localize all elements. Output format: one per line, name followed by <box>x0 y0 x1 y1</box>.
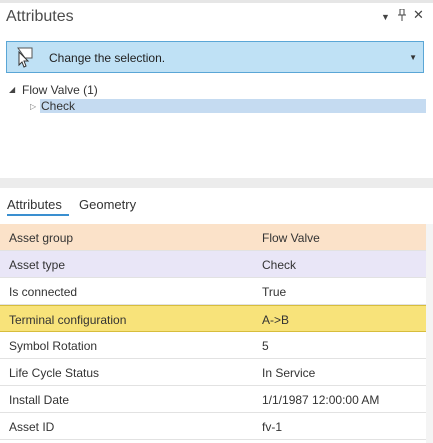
change-selection-dropdown[interactable]: Change the selection. ▼ <box>6 41 424 73</box>
attribute-name: Terminal configuration <box>9 313 127 327</box>
table-row[interactable]: Asset type Check <box>0 251 426 278</box>
attribute-value[interactable]: fv-1 <box>262 420 282 434</box>
attribute-value[interactable]: In Service <box>262 366 315 380</box>
table-row[interactable]: Asset ID fv-1 <box>0 413 426 440</box>
tab-geometry[interactable]: Geometry <box>79 197 136 212</box>
tree-node-label: Check <box>40 99 426 113</box>
pane-title: Attributes <box>6 8 74 25</box>
attribute-value[interactable]: 1/1/1987 12:00:00 AM <box>262 393 379 407</box>
pane-header: Attributes ▼ ✕ <box>0 3 433 33</box>
attribute-value[interactable]: Check <box>262 258 296 272</box>
expand-triangle-icon[interactable]: ◢ <box>9 85 15 94</box>
tab-attributes[interactable]: Attributes <box>7 197 62 212</box>
attribute-value[interactable]: 5 <box>262 339 269 353</box>
tab-strip: Attributes Geometry <box>0 192 433 218</box>
attribute-name: Life Cycle Status <box>9 366 100 380</box>
splitter[interactable] <box>0 178 433 188</box>
collapsed-triangle-icon[interactable]: ▷ <box>30 102 36 111</box>
table-row[interactable]: Install Date 1/1/1987 12:00:00 AM <box>0 386 426 413</box>
table-row[interactable]: Terminal configuration A->B <box>0 305 426 332</box>
table-row[interactable]: Symbol Rotation 5 <box>0 332 426 359</box>
attribute-value[interactable]: True <box>262 285 286 299</box>
attribute-name: Install Date <box>9 393 70 407</box>
tree-node-check[interactable]: ▷ Check <box>0 99 433 116</box>
chevron-down-icon[interactable]: ▼ <box>409 53 417 62</box>
tree-node-label: Flow Valve (1) <box>22 83 98 97</box>
selection-prompt: Change the selection. <box>49 51 166 65</box>
table-row[interactable]: Asset group Flow Valve <box>0 224 426 251</box>
attribute-value[interactable]: Flow Valve <box>262 231 320 245</box>
attribute-name: Asset ID <box>9 420 55 434</box>
attribute-value[interactable]: A->B <box>262 313 289 327</box>
close-icon[interactable]: ✕ <box>413 7 424 23</box>
active-tab-indicator <box>7 214 69 216</box>
attribute-name: Asset group <box>9 231 74 245</box>
attribute-name: Symbol Rotation <box>9 339 98 353</box>
select-cursor-icon <box>15 46 37 68</box>
vertical-scrollbar[interactable] <box>426 224 433 443</box>
pane-options-dropdown-icon[interactable]: ▼ <box>381 12 390 22</box>
pin-icon[interactable] <box>397 8 407 24</box>
attribute-name: Asset type <box>9 258 66 272</box>
table-row[interactable]: Is connected True <box>0 278 426 305</box>
tree-node-flow-valve[interactable]: ◢ Flow Valve (1) <box>0 82 433 99</box>
attribute-name: Is connected <box>9 285 78 299</box>
table-row[interactable]: Life Cycle Status In Service <box>0 359 426 386</box>
